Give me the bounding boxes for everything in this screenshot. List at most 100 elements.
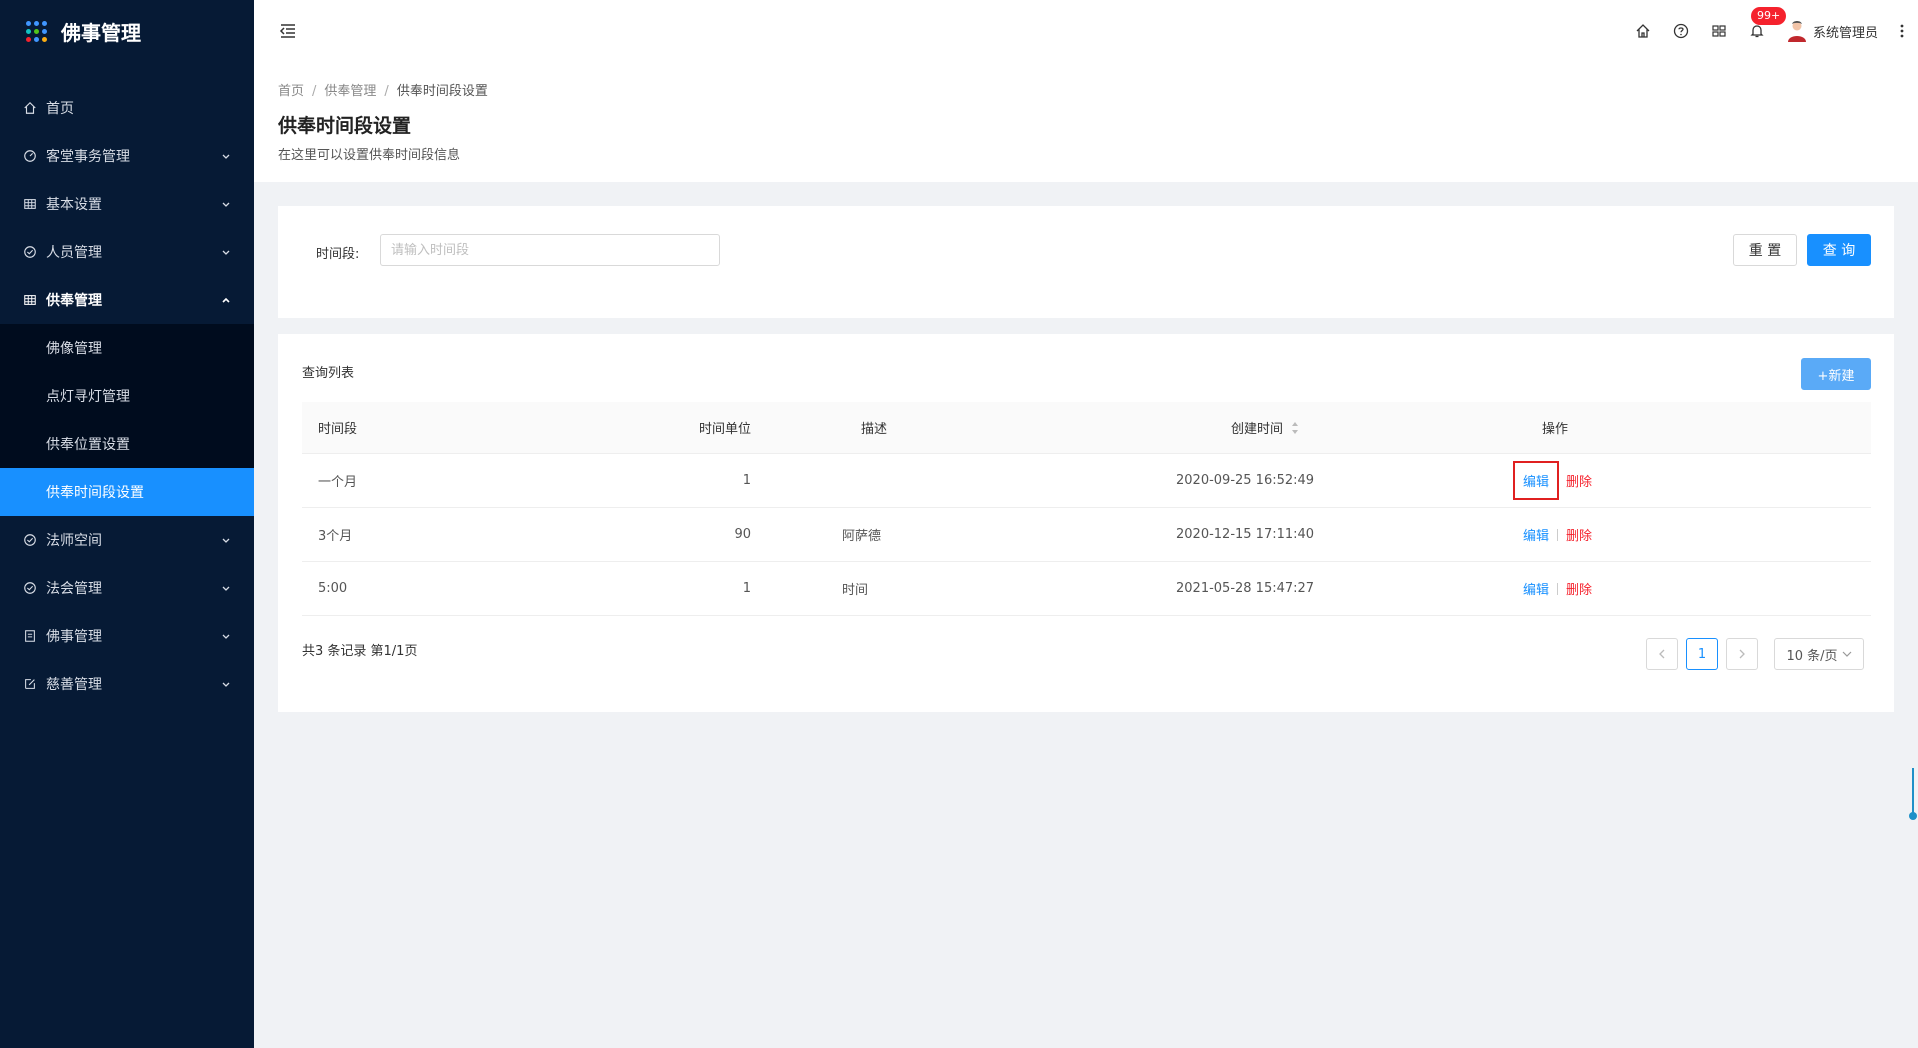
new-button[interactable]: +新建 [1801, 358, 1871, 390]
period-cell: 一个月 [318, 475, 358, 490]
grid-icon[interactable] [1711, 23, 1727, 39]
breadcrumb-item[interactable]: 供奉管理 [324, 84, 376, 99]
unit-cell: 90 [734, 527, 751, 542]
column-header: 描述 [861, 422, 888, 437]
breadcrumb-current: 供奉时间段设置 [396, 84, 488, 99]
chevron-down-icon [222, 154, 230, 159]
user-menu[interactable]: 系统管理员 [1787, 20, 1878, 42]
sidebar-item-label: 供奉管理 [46, 293, 102, 309]
sidebar-item[interactable]: 法会管理 [0, 564, 254, 612]
sidebar-item-label: 慈善管理 [46, 677, 102, 693]
next-page-button[interactable] [1726, 638, 1758, 670]
dashboard-icon [22, 148, 38, 164]
sidebar-item-label: 首页 [46, 101, 74, 117]
side-menu: 首页客堂事务管理基本设置人员管理供奉管理佛像管理点灯寻灯管理供奉位置设置 供奉时间… [0, 84, 254, 708]
chevron-down-icon [222, 682, 230, 687]
table-body: 一个月 1 2020-09-25 16:52:49 编辑 删除 3个月 90 阿萨德 2020-… [302, 454, 1871, 616]
chevron-down-icon [222, 538, 230, 543]
page-size-select[interactable]: 10 条/页 [1774, 638, 1864, 670]
unit-cell: 1 [742, 581, 751, 596]
delete-link[interactable]: 删除 [1566, 525, 1592, 544]
sidebar-subitem-label: 供奉位置设置 [46, 437, 130, 453]
column-header: 操作 [1542, 422, 1569, 437]
action-divider [1557, 582, 1559, 595]
file-icon [22, 628, 38, 644]
menu-fold-icon[interactable] [278, 21, 298, 41]
actions-cell: 编辑 删除 [1382, 525, 1871, 544]
column-header-label: 创建时间 [1231, 422, 1284, 437]
created-time-cell: 2020-12-15 17:11:40 [1176, 527, 1315, 542]
sidebar: 佛事管理 首页客堂事务管理基本设置人员管理供奉管理佛像管理点灯寻灯管理供奉位置设… [0, 0, 254, 1048]
edit-link[interactable]: 编辑 [1523, 579, 1549, 598]
pagination-summary: 共3 条记录 第1/1页 [302, 644, 418, 659]
chevron-down-icon [222, 586, 230, 591]
sidebar-item[interactable]: 人员管理 [0, 228, 254, 276]
logo-dot [26, 36, 31, 42]
column-header-sortable[interactable]: 创建时间 [1067, 418, 1382, 437]
breadcrumb: 首页 / 供奉管理 / 供奉时间段设置 [278, 80, 1894, 99]
more-icon[interactable] [1900, 23, 1904, 39]
sidebar-subitem[interactable]: 点灯寻灯管理 [0, 372, 254, 420]
header-actions: 99+ 系统管理员 [1635, 7, 1904, 42]
chevron-down-icon [222, 634, 230, 639]
table-row: 5:00 1 时间 2021-05-28 15:47:27 编辑 删除 [302, 562, 1871, 616]
actions-cell: 编辑 删除 [1382, 579, 1871, 598]
logo-dot [34, 28, 39, 34]
reset-button[interactable]: 重 置 [1733, 234, 1797, 266]
logo-dot [34, 20, 39, 26]
sidebar-subitem-label: 供奉时间段设置 [46, 485, 144, 501]
sidebar-item[interactable]: 客堂事务管理 [0, 132, 254, 180]
sidebar-item-label: 佛事管理 [46, 629, 102, 645]
sort-icon[interactable] [1291, 421, 1299, 435]
app-title: 佛事管理 [61, 20, 141, 45]
logo[interactable]: 佛事管理 [0, 0, 254, 62]
sidebar-subitem[interactable]: 佛像管理 [0, 324, 254, 372]
query-button[interactable]: 查 询 [1807, 234, 1871, 266]
action-divider [1557, 474, 1559, 487]
edit-link[interactable]: 编辑 [1512, 461, 1560, 500]
sidebar-subitem-label: 佛像管理 [46, 341, 102, 357]
sidebar-item-label: 人员管理 [46, 245, 102, 261]
sidebar-item-label: 客堂事务管理 [46, 149, 130, 165]
check-circle-icon [22, 532, 38, 548]
sidebar-subitem[interactable]: 供奉位置设置 [0, 420, 254, 468]
description-cell: 时间 [842, 583, 869, 598]
list-title: 查询列表 [302, 366, 355, 381]
period-label: 时间段: [316, 247, 360, 262]
notification-button[interactable]: 99+ [1749, 7, 1787, 39]
logo-dot [42, 36, 47, 42]
sidebar-item[interactable]: 佛事管理 [0, 612, 254, 660]
sidebar-item-label: 法师空间 [46, 533, 102, 549]
edit-link[interactable]: 编辑 [1523, 525, 1549, 544]
user-name: 系统管理员 [1812, 25, 1878, 41]
home-icon [22, 100, 38, 116]
check-circle-icon [22, 580, 38, 596]
sidebar-item[interactable]: 法师空间 [0, 516, 254, 564]
delete-link[interactable]: 删除 [1566, 471, 1592, 490]
logo-dot [42, 28, 47, 34]
period-search-input[interactable] [380, 234, 720, 266]
scroll-handle[interactable] [1908, 766, 1918, 822]
created-time-cell: 2020-09-25 16:52:49 [1176, 473, 1315, 488]
sidebar-item[interactable]: 供奉管理 [0, 276, 254, 324]
page-size-value: 10 条/页 [1786, 648, 1838, 664]
check-circle-icon [22, 244, 38, 260]
sidebar-submenu: 佛像管理点灯寻灯管理供奉位置设置 供奉时间段设置 [0, 324, 254, 516]
search-card: 时间段: 重 置 查 询 [278, 206, 1894, 318]
chevron-left-icon [1659, 649, 1665, 659]
delete-link[interactable]: 删除 [1566, 579, 1592, 598]
sidebar-item[interactable]: 基本设置 [0, 180, 254, 228]
sidebar-subitem-active[interactable]: 供奉时间段设置 [0, 468, 254, 516]
breadcrumb-item[interactable]: 首页 [278, 84, 304, 99]
unit-cell: 1 [742, 473, 751, 488]
home-icon[interactable] [1635, 23, 1651, 39]
help-icon[interactable] [1673, 23, 1689, 39]
table-row: 一个月 1 2020-09-25 16:52:49 编辑 删除 [302, 454, 1871, 508]
sidebar-item[interactable]: 慈善管理 [0, 660, 254, 708]
page-number-button[interactable]: 1 [1686, 638, 1718, 670]
prev-page-button[interactable] [1646, 638, 1678, 670]
top-header: 99+ 系统管理员 [254, 0, 1918, 62]
chevron-right-icon [1739, 649, 1745, 659]
sidebar-item[interactable]: 首页 [0, 84, 254, 132]
table-icon [22, 196, 38, 212]
